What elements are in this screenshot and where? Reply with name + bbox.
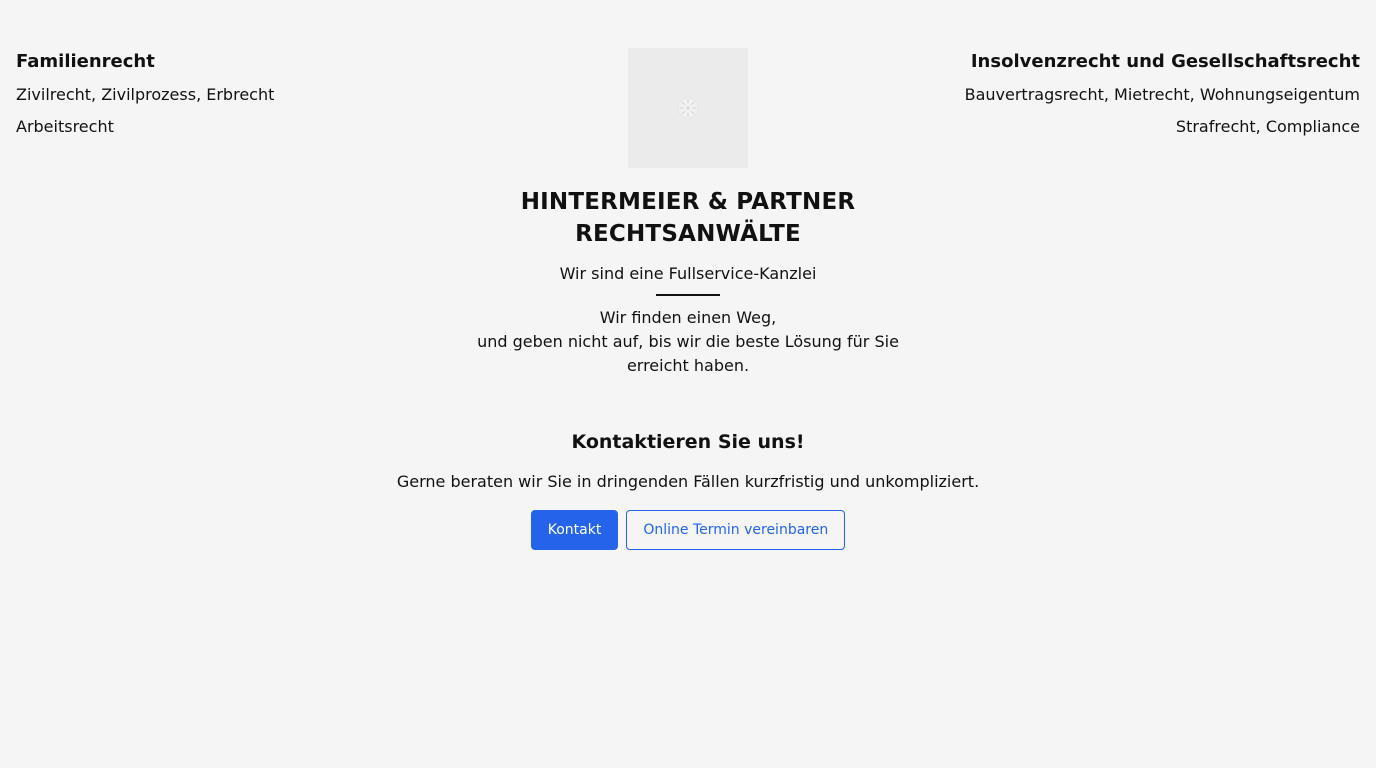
page: Familienrecht Zivilrecht, Zivilprozess, … xyxy=(0,0,1376,768)
mission-line: und geben nicht auf, bis wir die beste L… xyxy=(477,332,899,351)
book-appointment-button[interactable]: Online Termin vereinbaren xyxy=(626,510,846,550)
mission-line: erreicht haben. xyxy=(626,356,750,375)
contact-button[interactable]: Kontakt xyxy=(530,510,619,550)
contact-buttons: Kontakt Online Termin vereinbaren xyxy=(0,510,1376,550)
logo-placeholder xyxy=(628,48,748,168)
divider xyxy=(656,294,720,296)
contact-title: Kontaktieren Sie uns! xyxy=(571,431,805,453)
mission-line: Wir finden einen Weg, xyxy=(599,308,777,327)
firm-name-line-2: RECHTSANWÄLTE xyxy=(575,221,801,247)
hero-section: HINTERMEIER & PARTNER RECHTSANWÄLTE Wir … xyxy=(0,48,1376,550)
tagline: Wir sind eine Fullservice-Kanzlei xyxy=(559,264,817,283)
contact-text: Gerne beraten wir Sie in dringenden Fäll… xyxy=(396,472,980,491)
loading-spinner-icon xyxy=(677,97,699,119)
mission-statement: Wir finden einen Weg, und geben nicht au… xyxy=(0,306,1376,378)
firm-name: HINTERMEIER & PARTNER RECHTSANWÄLTE xyxy=(0,186,1376,250)
firm-name-line-1: HINTERMEIER & PARTNER xyxy=(520,189,856,215)
